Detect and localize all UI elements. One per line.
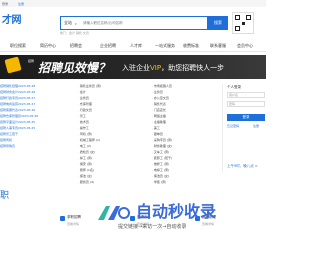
banner-sub-prefix: 入驻企业 — [122, 64, 150, 72]
chevron-down-icon: ▾ — [75, 22, 77, 26]
section-title: 职 — [0, 191, 10, 201]
site-logo[interactable]: 才网 — [2, 11, 22, 26]
search-input[interactable] — [83, 18, 183, 28]
nav-item[interactable]: 招聘会 — [70, 43, 82, 49]
username-field[interactable]: 用户名 — [227, 92, 265, 98]
hot-keywords: 热门：会计 销售 文员 — [60, 31, 89, 35]
category-link[interactable]: · 学徒 (男) — [152, 180, 222, 186]
job-icon — [60, 216, 65, 221]
login-panel: 个人登录 用户名 密码 登录 忘记密码 注册 上午9时，晚八点 > — [222, 84, 266, 172]
watermark: 自动秒收录 提交链接→来访一次→自动收录 — [96, 198, 256, 238]
forgot-password-link[interactable]: 忘记密码 — [227, 124, 239, 128]
search-button[interactable]: 搜索 — [208, 16, 228, 30]
service-hours[interactable]: 上午9时，晚八点 > — [227, 164, 258, 169]
banner-sub-highlight: VIP — [150, 64, 162, 72]
watermark-title: 自动秒收录 — [136, 202, 217, 221]
banner-sub-suffix: ，助您招聘快人一步 — [161, 64, 225, 72]
nav-item[interactable]: 联系客服 — [210, 43, 226, 49]
register-link[interactable]: 注册 — [18, 2, 24, 6]
login-link[interactable]: 登录 — [2, 2, 8, 6]
main-nav: 职位搜索 简历中心 招聘会 企业招聘 人才库 一站式服务 收费标准 联系客服 会… — [0, 40, 266, 52]
watermark-logo-icon — [98, 206, 130, 220]
nav-item[interactable]: 会员中心 — [237, 43, 253, 49]
category-column: · 市场拓展人员 · 业务员 · 办公室文员 · 销售代表 · 门店店长 · 网… — [152, 84, 222, 186]
watermark-subtitle: 提交链接→来访一次→自动收录 — [118, 224, 187, 230]
nav-item[interactable]: 职位搜索 — [10, 43, 26, 49]
briefcase-icon — [4, 56, 22, 74]
nav-item[interactable]: 收费标准 — [183, 43, 199, 49]
login-panel-title: 个人登录 — [227, 85, 241, 89]
top-bar: 登录 注册 — [0, 0, 266, 7]
password-field[interactable]: 密码 — [227, 101, 265, 107]
qr-code-icon — [232, 12, 254, 34]
news-list: 招聘销售经理2023.05.28 招聘财务会计2023.05.28 招聘行政专员… — [0, 84, 78, 150]
job-tag: 查看详情 — [67, 222, 80, 226]
list-item[interactable]: 招聘导购员 — [0, 144, 78, 150]
recruit-banner[interactable]: 招聘 招聘见效慢？ 入驻企业VIP，助您招聘快人一步 — [0, 55, 266, 79]
register-link-panel[interactable]: 注册 — [253, 124, 259, 128]
login-button[interactable]: 登录 — [227, 114, 265, 121]
category-column: · 销售业务员 (男) · 会计 · 业务员 · 仓库管理 · 行政文员 · 普… — [78, 84, 148, 186]
banner-headline: 招聘见效慢？ — [38, 61, 111, 75]
nav-item[interactable]: 简历中心 — [40, 43, 56, 49]
nav-item[interactable]: 人才库 — [130, 43, 142, 49]
city-select[interactable]: 全站 — [64, 20, 72, 26]
nav-item[interactable]: 企业招聘 — [100, 43, 116, 49]
search-box: 全站 ▾ — [60, 16, 208, 30]
job-name: 求职招聘 — [67, 215, 81, 219]
banner-subtitle: 入驻企业VIP，助您招聘快人一步 — [122, 63, 224, 73]
nav-item[interactable]: 一站式服务 — [155, 43, 175, 49]
banner-logo: 招聘 — [28, 59, 35, 63]
category-link[interactable]: · 服务员 (4) — [78, 180, 148, 186]
